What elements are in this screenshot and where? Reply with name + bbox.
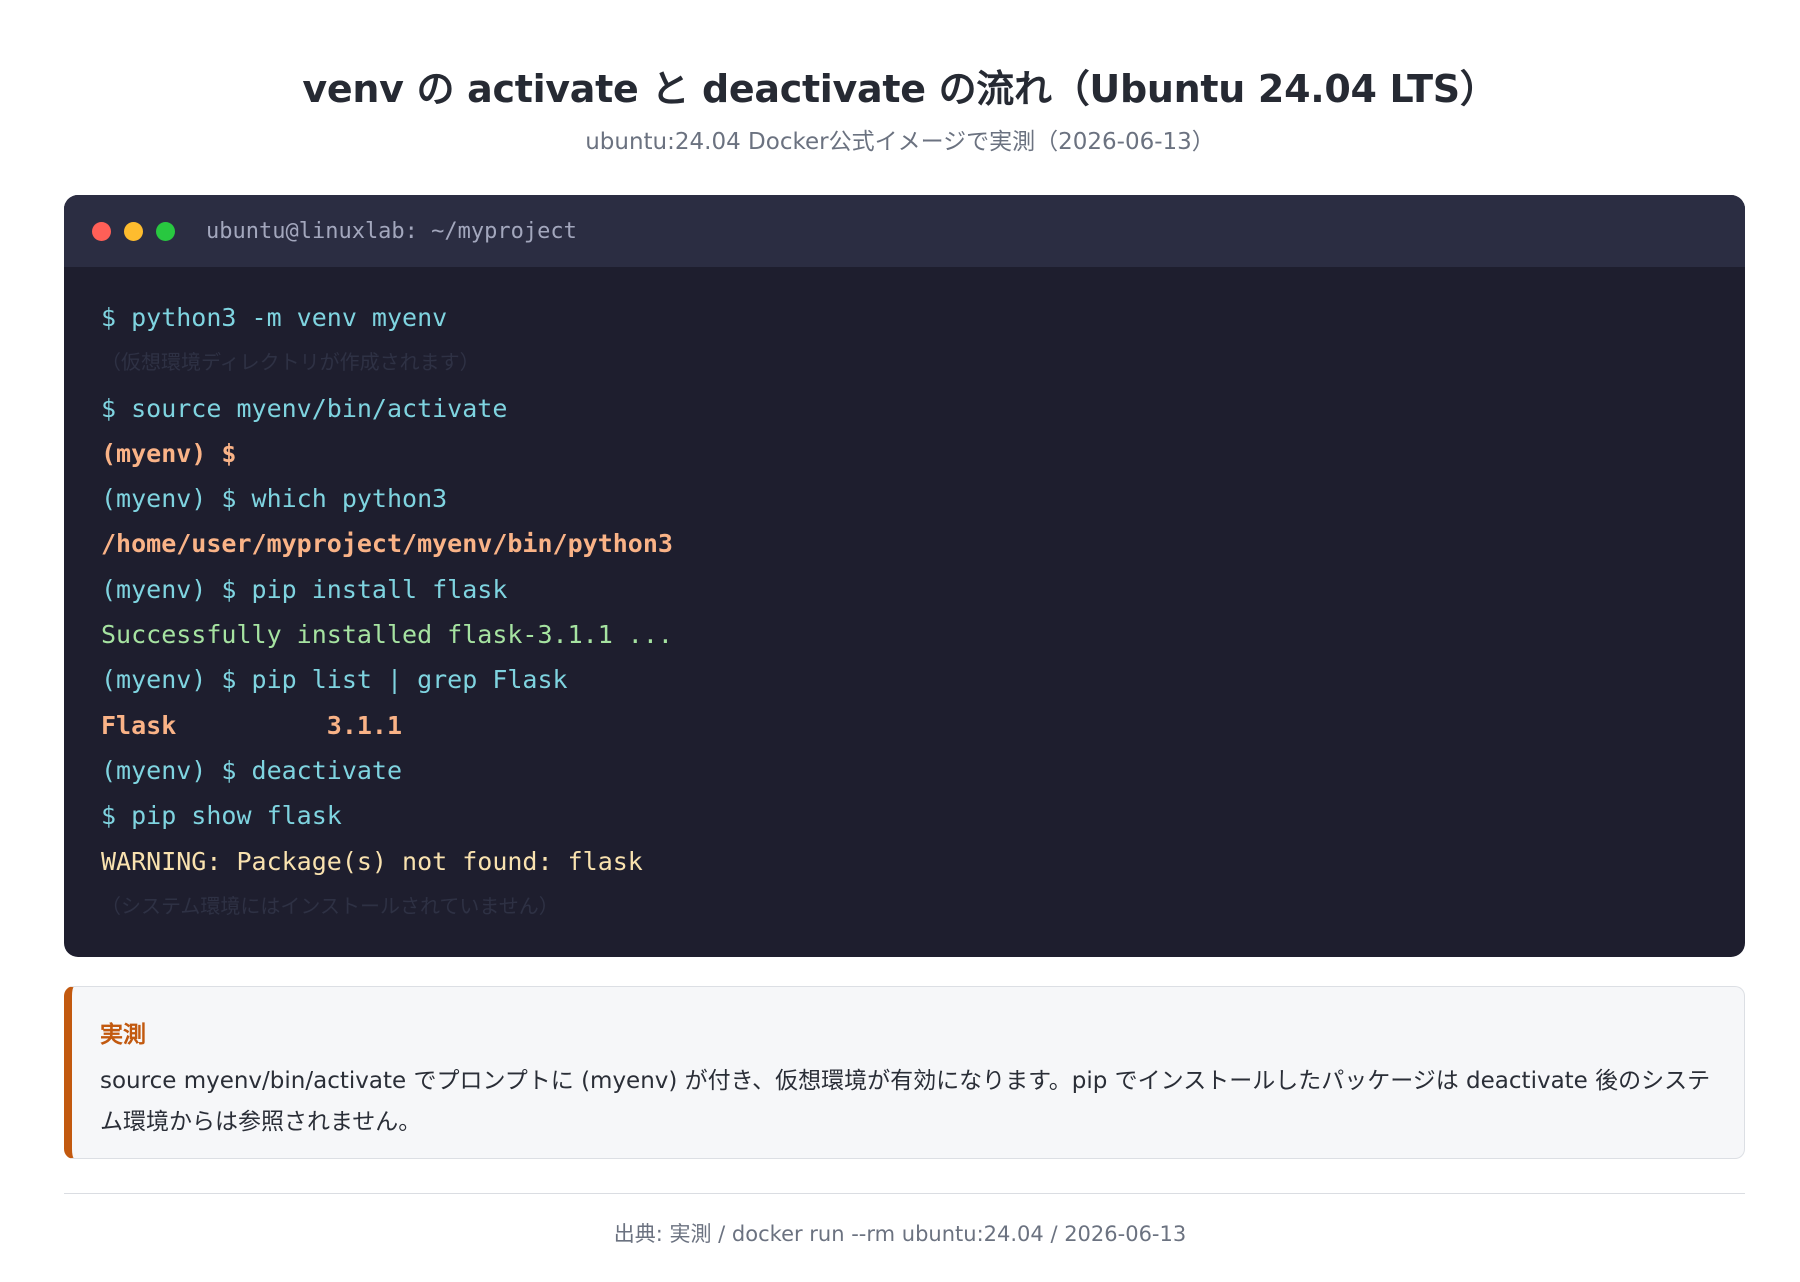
terminal-line-command: (myenv) $ deactivate — [101, 755, 403, 785]
terminal-line-command: $ pip show flask — [101, 801, 342, 831]
terminal-line-command: (myenv) $ which python3 — [101, 484, 448, 514]
note-callout: 実測 source myenv/bin/activate でプロンプトに (my… — [64, 986, 1745, 1159]
terminal-line-command: (myenv) $ pip install flask — [101, 574, 508, 604]
page-subtitle: ubuntu:24.04 Docker公式イメージで実測（2026-06-13） — [585, 129, 1215, 155]
terminal-output[interactable]: $ python3 -m venv myenv （仮想環境ディレクトリが作成され… — [64, 267, 1745, 929]
terminal-titlebar: ubuntu@linuxlab: ~/myproject — [64, 195, 1745, 267]
terminal-window: ubuntu@linuxlab: ~/myproject $ python3 -… — [64, 195, 1745, 957]
source-footer: 出典: 実測 / docker run --rm ubuntu:24.04 / … — [613, 1222, 1187, 1246]
terminal-line-command: $ source myenv/bin/activate — [101, 393, 508, 423]
close-window-icon[interactable] — [92, 221, 111, 241]
terminal-line-command: $ python3 -m venv myenv — [101, 303, 448, 332]
divider — [64, 1193, 1745, 1194]
note-heading: 実測 — [100, 1022, 146, 1048]
minimize-window-icon[interactable] — [124, 221, 143, 241]
note-text: source myenv/bin/activate でプロンプトに (myenv… — [100, 1068, 1711, 1135]
terminal-title: ubuntu@linuxlab: ~/myproject — [206, 218, 577, 244]
page-title: venv の activate と deactivate の流れ（Ubuntu … — [302, 67, 1498, 111]
maximize-window-icon[interactable] — [156, 221, 175, 241]
terminal-line-warning: WARNING: Package(s) not found: flask — [101, 846, 643, 876]
terminal-line-comment: （システム環境にはインストールされていません） — [101, 893, 559, 918]
terminal-line-command: (myenv) $ pip list | grep Flask — [101, 665, 568, 695]
terminal-line-output: Flask 3.1.1 — [101, 710, 403, 740]
terminal-line-output: /home/user/myproject/myenv/bin/python3 — [101, 529, 673, 559]
terminal-line-comment: （仮想環境ディレクトリが作成されます） — [101, 350, 480, 375]
terminal-line-success: Successfully installed flask-3.1.1 ... — [101, 620, 673, 650]
terminal-line-prompt: (myenv) $ — [101, 438, 237, 468]
